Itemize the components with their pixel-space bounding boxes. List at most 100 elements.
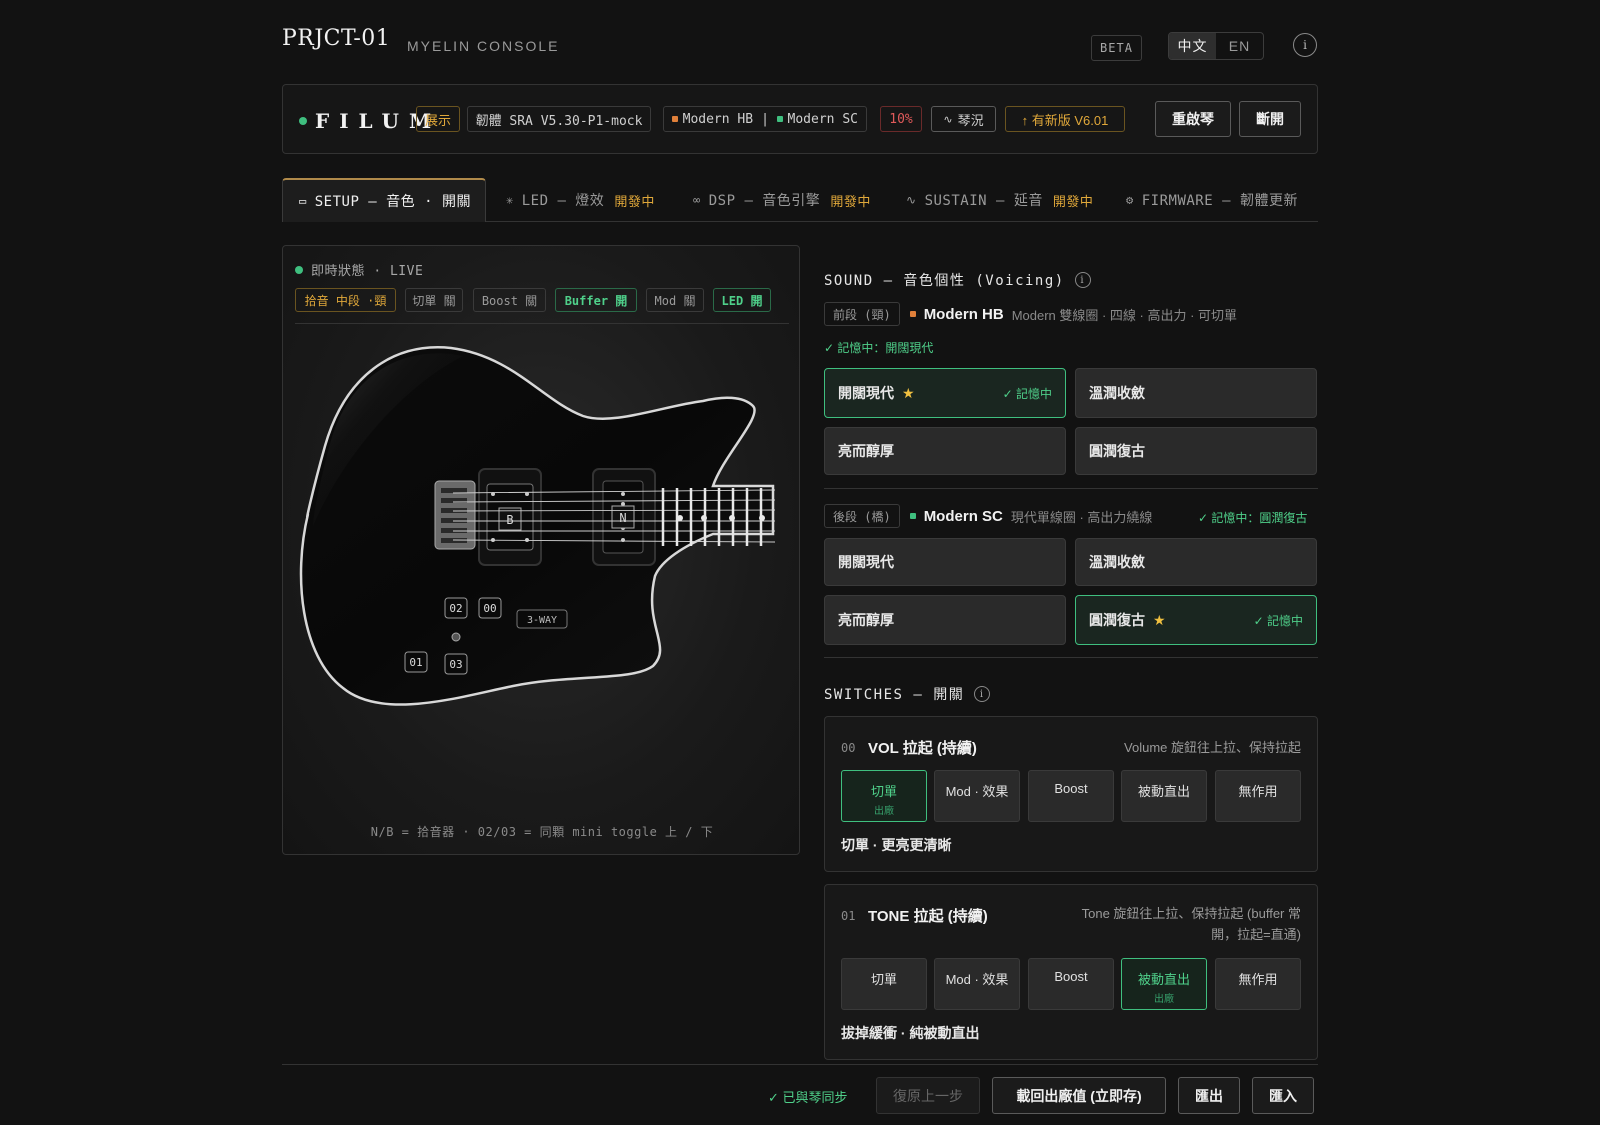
tone-title: TONE 拉起 (持續) <box>868 908 988 925</box>
pulse-icon: ∿ <box>943 113 953 126</box>
tab-led[interactable]: ✳ LED — 燈效 開發中 <box>506 178 655 222</box>
vol-option-coil-split[interactable]: 切單 出廠 <box>841 770 927 822</box>
tone-option-none[interactable]: 無作用 <box>1215 958 1301 1010</box>
star-icon: ★ <box>902 384 915 401</box>
front-voicing-warm[interactable]: 溫潤收斂 <box>1075 368 1317 418</box>
tone-num: 01 <box>841 909 856 923</box>
live-status: 即時狀態 · LIVE <box>295 260 423 279</box>
footer-divider <box>282 1064 1318 1065</box>
sync-status: ✓ 已與琴同步 <box>768 1090 848 1105</box>
restart-button[interactable]: 重啟琴 <box>1155 101 1231 137</box>
neck-pickup-label: N <box>619 511 626 525</box>
export-button[interactable]: 匯出 <box>1178 1077 1240 1114</box>
status-pill-pickup: 拾音 中段 ·頸 <box>295 288 396 312</box>
sc-dot-icon <box>776 116 783 122</box>
sound-info-icon[interactable]: i <box>1074 272 1091 288</box>
app-title: PRJCT-01 <box>282 26 391 51</box>
switches-title-label: SWITCHES — 開關 <box>824 687 965 703</box>
back-pickup-desc: 現代單線圈 · 高出力繞線 <box>1010 509 1153 525</box>
back-voicing-vintage[interactable]: 圓潤復古 ★ ✓ 記憶中 <box>1075 595 1317 645</box>
front-memory-status: ✓ 記憶中：開闊現代 <box>824 341 934 355</box>
pickups-badge: Modern HB | Modern SC <box>663 106 867 132</box>
tone-option-mod[interactable]: Mod · 效果 <box>934 958 1020 1010</box>
knob-02-label: 02 <box>449 602 462 615</box>
tab-dsp-label: DSP — 音色引擎 <box>708 193 821 209</box>
three-way-label: 3-WAY <box>527 615 557 626</box>
hb-dot-icon <box>672 116 678 122</box>
front-voicing-vintage[interactable]: 圓潤復古 <box>1075 427 1317 475</box>
front-pickup-name: Modern HB <box>923 305 1004 323</box>
knob-03-label: 03 <box>449 658 462 671</box>
tone-desc: Tone 旋鈕往上拉、保持拉起 (buffer 常 開，拉起=直通) <box>1082 903 1301 945</box>
main-tabs: ▭ SETUP — 音色 · 開關 ✳ LED — 燈效 開發中 ∞ DSP —… <box>282 178 1318 222</box>
app-subtitle: MYELIN CONSOLE <box>407 38 560 54</box>
tab-sustain-dev-badge: 開發中 <box>1052 194 1094 210</box>
connected-dot-icon <box>299 117 307 125</box>
vol-title: VOL 拉起 (持續) <box>868 740 977 757</box>
front-pickup-row: 前段 (頸) Modern HB Modern 雙線圈 · 四線 · 高出力 ·… <box>824 302 1237 326</box>
live-panel: 即時狀態 · LIVE 拾音 中段 ·頸 切單 關 Boost 關 Buffer… <box>282 245 800 855</box>
switches-info-icon[interactable]: i <box>974 686 991 702</box>
disconnect-button[interactable]: 斷開 <box>1239 101 1301 137</box>
pickup-back-label: Modern SC <box>787 111 858 127</box>
language-toggle: 中文 EN <box>1168 32 1264 60</box>
status-button[interactable]: ∿ 琴況 <box>931 106 996 132</box>
vol-option-none[interactable]: 無作用 <box>1215 770 1301 822</box>
front-voicing-open-modern[interactable]: 開闊現代 ★ ✓ 記憶中 <box>824 368 1066 418</box>
mini-toggle <box>451 632 461 642</box>
tone-result: 拔掉緩衝 · 純被動直出 <box>841 1025 980 1041</box>
wave-icon: ∿ <box>906 193 917 207</box>
vol-option-mod[interactable]: Mod · 效果 <box>934 770 1020 822</box>
vol-desc: Volume 旋鈕往上拉、保持拉起 <box>1124 740 1301 755</box>
tab-sustain[interactable]: ∿ SUSTAIN — 延音 開發中 <box>906 178 1093 222</box>
import-button[interactable]: 匯入 <box>1252 1077 1314 1114</box>
setup-icon: ▭ <box>299 194 307 208</box>
pickup-separator: | <box>761 111 769 127</box>
factory-reset-button[interactable]: 載回出廠值 (立即存) <box>992 1077 1166 1114</box>
guitar-diagram: B N 02 00 3-WAY 01 03 <box>299 346 776 706</box>
firmware-badge: 韌體 SRA V5.30-P1-mock <box>467 106 651 132</box>
vol-pull-card: 00 VOL 拉起 (持續) Volume 旋鈕往上拉、保持拉起 切單 出廠 M… <box>824 716 1318 872</box>
tone-pull-card: 01 TONE 拉起 (持續) Tone 旋鈕往上拉、保持拉起 (buffer … <box>824 884 1318 1060</box>
vol-option-passive[interactable]: 被動直出 <box>1121 770 1207 822</box>
tone-option-coil-split[interactable]: 切單 <box>841 958 927 1010</box>
status-button-label: 琴況 <box>957 112 984 128</box>
tab-dsp-dev-badge: 開發中 <box>830 194 871 210</box>
tab-setup[interactable]: ▭ SETUP — 音色 · 開關 <box>282 178 486 222</box>
tone-option-passive[interactable]: 被動直出 出廠 <box>1121 958 1207 1010</box>
option-label: 切單 <box>870 784 897 799</box>
voicing-label: 開闊現代 <box>838 385 894 401</box>
update-badge[interactable]: ↑ 有新版 V6.01 <box>1005 106 1125 132</box>
factory-tag: 出廠 <box>1154 994 1174 1005</box>
factory-tag: 出廠 <box>874 806 894 817</box>
front-pos-badge: 前段 (頸) <box>824 302 900 326</box>
sound-section-title: SOUND — 音色個性 (Voicing) i <box>824 270 1091 290</box>
vol-option-boost[interactable]: Boost <box>1028 770 1114 822</box>
status-pill-buffer: Buffer 開 <box>555 288 637 312</box>
vol-result: 切單 · 更亮更清晰 <box>841 837 952 853</box>
sound-title-label: SOUND — 音色個性 (Voicing) <box>824 273 1065 289</box>
tone-desc-line1: Tone 旋鈕往上拉、保持拉起 (buffer 常 <box>1081 906 1301 921</box>
back-voicing-bright[interactable]: 亮而醇厚 <box>824 595 1066 645</box>
status-pill-led: LED 開 <box>713 288 771 312</box>
battery-badge: 10% <box>880 106 922 132</box>
back-voicing-open-modern[interactable]: 開闊現代 <box>824 538 1066 586</box>
live-dot-icon <box>295 265 303 274</box>
tab-dsp[interactable]: ∞ DSP — 音色引擎 開發中 <box>693 178 871 222</box>
infinity-icon: ∞ <box>693 193 701 207</box>
lang-zh-button[interactable]: 中文 <box>1169 33 1216 59</box>
info-icon[interactable]: i <box>1293 33 1317 57</box>
back-voicing-warm[interactable]: 溫潤收斂 <box>1075 538 1317 586</box>
beta-badge: BETA <box>1091 35 1142 61</box>
tab-setup-label: SETUP — 音色 · 開關 <box>314 194 471 210</box>
lang-en-button[interactable]: EN <box>1216 33 1263 59</box>
hb-color-icon <box>909 311 916 317</box>
sound-bottom-divider <box>824 657 1318 658</box>
bridge-pickup-label: B <box>506 513 513 527</box>
front-voicing-bright[interactable]: 亮而醇厚 <box>824 427 1066 475</box>
voicing-label: 圓潤復古 <box>1089 612 1145 628</box>
undo-button[interactable]: 復原上一步 <box>876 1077 980 1114</box>
star-icon: ★ <box>1153 611 1166 628</box>
tone-option-boost[interactable]: Boost <box>1028 958 1114 1010</box>
tab-firmware[interactable]: ⚙ FIRMWARE — 韌體更新 <box>1126 178 1298 222</box>
